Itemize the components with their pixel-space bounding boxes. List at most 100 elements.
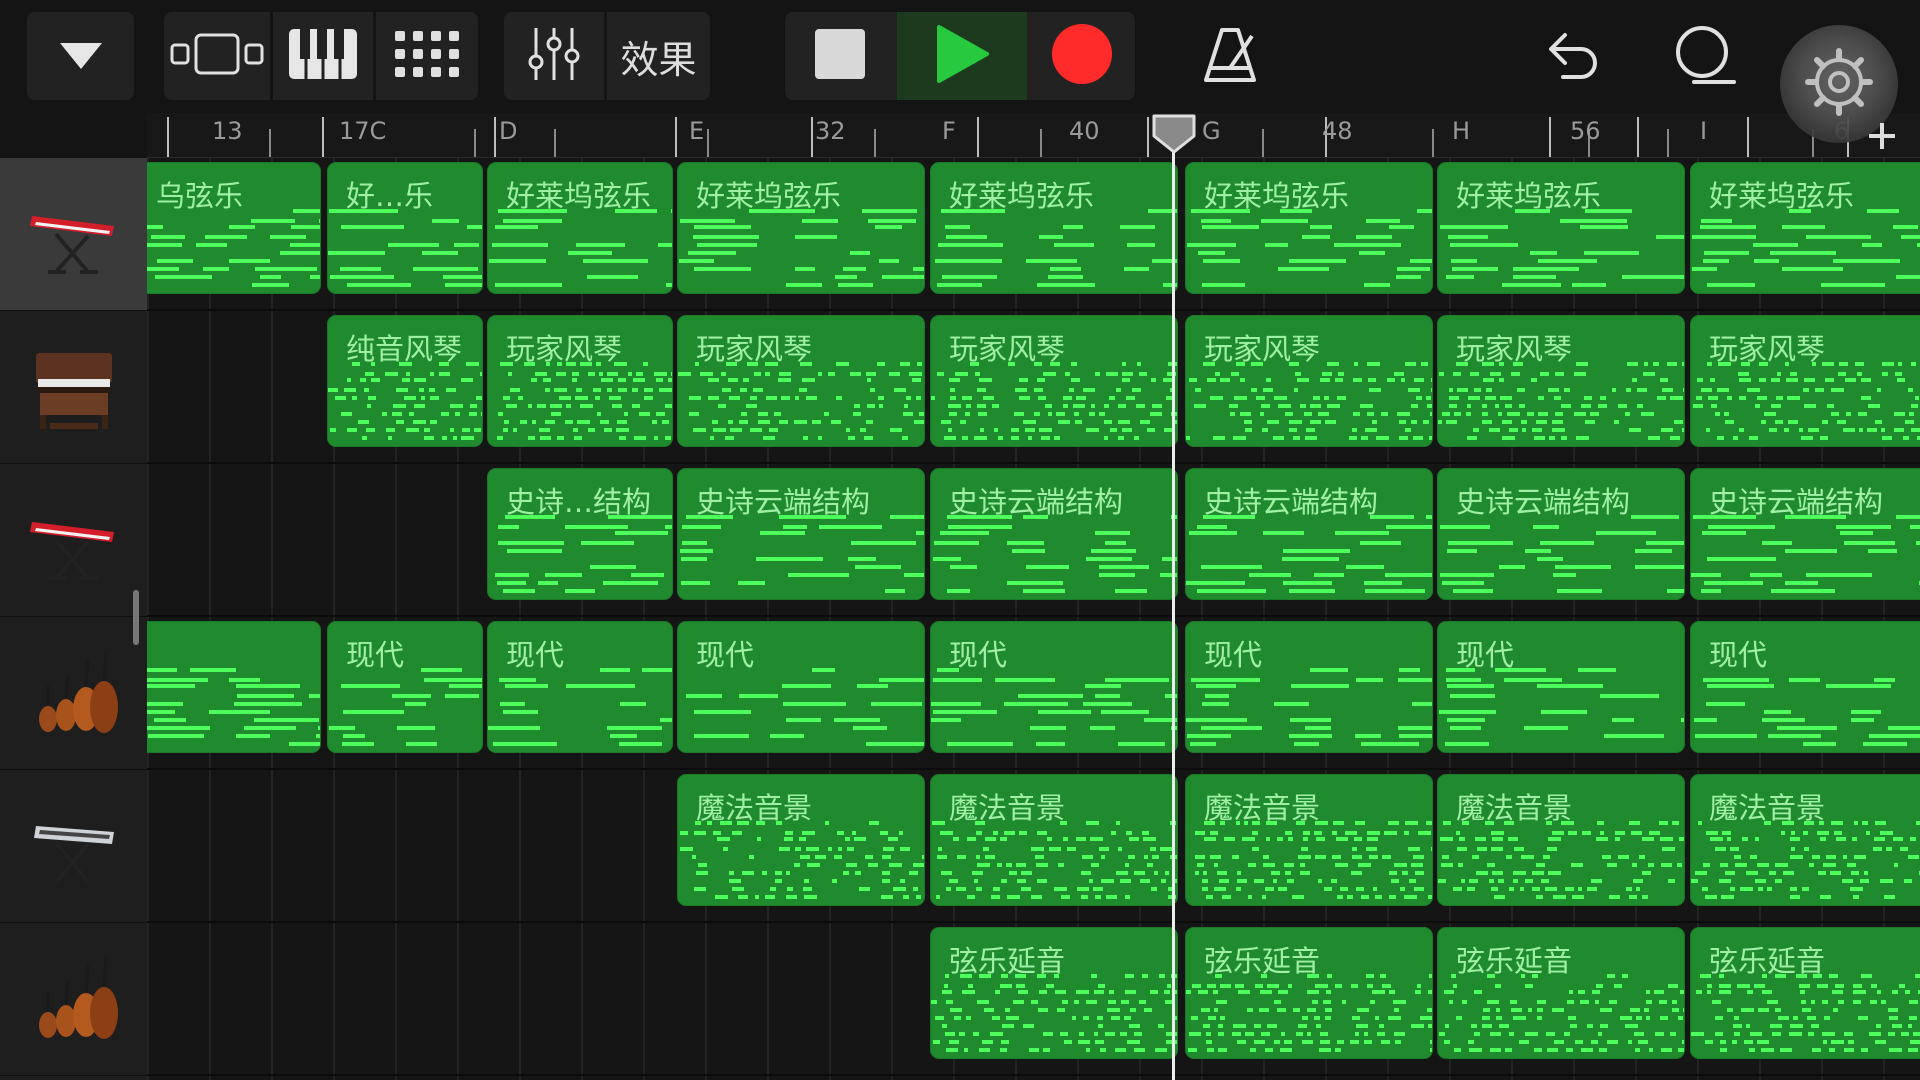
midi-region[interactable]: 玩家风琴 bbox=[677, 315, 925, 447]
midi-region[interactable]: 弦乐延音 bbox=[1690, 927, 1920, 1059]
track-header[interactable] bbox=[0, 617, 147, 770]
ruler-label: G bbox=[1202, 117, 1221, 145]
midi-region[interactable]: 现代 bbox=[677, 621, 925, 753]
play-icon bbox=[935, 25, 989, 87]
midi-region[interactable]: 弦乐延音 bbox=[930, 927, 1178, 1059]
midi-region[interactable]: 魔法音景 bbox=[1185, 774, 1433, 906]
midi-region[interactable]: 史诗云端结构 bbox=[1690, 468, 1920, 600]
midi-region[interactable]: 魔法音景 bbox=[930, 774, 1178, 906]
keyboard-icon bbox=[288, 28, 358, 84]
playhead[interactable] bbox=[1172, 150, 1175, 1080]
ruler-tick bbox=[1040, 129, 1042, 157]
region-title: 玩家风琴 bbox=[1456, 332, 1573, 366]
midi-region[interactable]: 玩家风琴 bbox=[1185, 315, 1433, 447]
region-title: 玩家风琴 bbox=[949, 332, 1066, 366]
midi-region[interactable]: 现代 bbox=[487, 621, 673, 753]
track-header[interactable] bbox=[0, 770, 147, 923]
loop-browser-button[interactable] bbox=[1665, 22, 1745, 92]
synth-keyboard-red-icon bbox=[26, 492, 122, 588]
midi-region[interactable]: 史诗云端结构 bbox=[1437, 468, 1685, 600]
ruler-label: 48 bbox=[1322, 117, 1353, 145]
track-lane[interactable]: 纯音风琴 玩家风琴 玩家风琴 玩家风琴 玩家风琴 玩家风琴 玩家风琴 bbox=[147, 311, 1920, 464]
region-title: 魔法音景 bbox=[1456, 791, 1573, 825]
play-button[interactable] bbox=[897, 12, 1027, 100]
ruler-label: F bbox=[942, 117, 956, 145]
midi-region[interactable]: 纯音风琴 bbox=[327, 315, 483, 447]
midi-region[interactable]: 弦乐延音 bbox=[1185, 927, 1433, 1059]
strings-ensemble-icon bbox=[26, 645, 122, 741]
synth-keyboard-red-icon bbox=[26, 186, 122, 282]
midi-region[interactable]: 乌弦乐 bbox=[147, 162, 321, 294]
undo-button[interactable] bbox=[1535, 22, 1605, 92]
view-switcher bbox=[164, 12, 478, 100]
track-header[interactable] bbox=[0, 311, 147, 464]
track-lane[interactable]: 史诗…结构 史诗云端结构 史诗云端结构 史诗云端结构 史诗云端结构 史诗云端结构 bbox=[147, 464, 1920, 617]
metronome-icon bbox=[1202, 26, 1258, 88]
mixer-icon bbox=[526, 26, 582, 86]
record-icon bbox=[1051, 23, 1113, 89]
region-title: 现代 bbox=[346, 638, 405, 672]
playhead-handle-icon[interactable] bbox=[1151, 114, 1197, 154]
midi-region[interactable]: 好莱坞弦乐 bbox=[1185, 162, 1433, 294]
midi-region[interactable]: 现代 bbox=[930, 621, 1178, 753]
region-title: 好…乐 bbox=[346, 179, 434, 213]
midi-region[interactable]: 史诗云端结构 bbox=[930, 468, 1178, 600]
ruler-tick bbox=[1747, 117, 1749, 157]
track-header[interactable] bbox=[0, 923, 147, 1076]
midi-region[interactable]: 史诗云端结构 bbox=[677, 468, 925, 600]
tracks-view-button[interactable] bbox=[164, 12, 270, 100]
track-lane[interactable]: 现代 现代 现代 现代 现代 现代 现代 bbox=[147, 617, 1920, 770]
region-title: 好莱坞弦乐 bbox=[1456, 179, 1602, 213]
region-title: 史诗云端结构 bbox=[1204, 485, 1379, 519]
midi-region[interactable]: 好莱坞弦乐 bbox=[487, 162, 673, 294]
effects-button[interactable]: 效果 bbox=[607, 12, 710, 100]
ruler-tick bbox=[1432, 129, 1434, 157]
arrangement-area[interactable]: 乌弦乐 好…乐 好莱坞弦乐 好莱坞弦乐 好莱坞弦乐 好莱坞弦乐 好莱坞弦乐 好莱坞弦乐 纯音风琴… bbox=[147, 158, 1920, 1080]
track-lane[interactable]: 弦乐延音 弦乐延音 弦乐延音 弦乐延音 bbox=[147, 923, 1920, 1076]
midi-region[interactable]: 魔法音景 bbox=[1690, 774, 1920, 906]
region-title: 好莱坞弦乐 bbox=[949, 179, 1095, 213]
tracks-view-icon bbox=[170, 32, 264, 80]
ruler-tick bbox=[1667, 129, 1669, 157]
midi-region[interactable]: 弦乐延音 bbox=[1437, 927, 1685, 1059]
menu-button[interactable] bbox=[27, 12, 134, 100]
stop-button[interactable] bbox=[785, 12, 895, 100]
midi-region[interactable]: 玩家风琴 bbox=[1690, 315, 1920, 447]
midi-region[interactable]: 玩家风琴 bbox=[1437, 315, 1685, 447]
record-button[interactable] bbox=[1029, 12, 1135, 100]
midi-region[interactable]: 史诗…结构 bbox=[487, 468, 673, 600]
midi-region[interactable]: 好莱坞弦乐 bbox=[930, 162, 1178, 294]
ruler-tick bbox=[322, 117, 324, 157]
mixer-button[interactable] bbox=[504, 12, 604, 100]
midi-region[interactable]: 玩家风琴 bbox=[930, 315, 1178, 447]
midi-region[interactable]: 魔法音景 bbox=[677, 774, 925, 906]
midi-region[interactable]: 现代 bbox=[327, 621, 483, 753]
keyboard-button[interactable] bbox=[273, 12, 373, 100]
midi-region[interactable]: 魔法音景 bbox=[1437, 774, 1685, 906]
region-title: 乌弦乐 bbox=[156, 179, 244, 213]
add-section-button[interactable] bbox=[1862, 118, 1902, 158]
track-header[interactable] bbox=[0, 158, 147, 311]
midi-region[interactable]: 玩家风琴 bbox=[487, 315, 673, 447]
midi-region[interactable]: 现代 bbox=[1690, 621, 1920, 753]
midi-region[interactable]: 现代 bbox=[1185, 621, 1433, 753]
midi-region[interactable]: 好…乐 bbox=[327, 162, 483, 294]
metronome-button[interactable] bbox=[1195, 22, 1265, 92]
region-title: 史诗云端结构 bbox=[949, 485, 1124, 519]
timeline-ruler[interactable]: 1317CDE32F40G48H56I6 bbox=[147, 113, 1920, 158]
track-lane[interactable]: 魔法音景 魔法音景 魔法音景 魔法音景 魔法音景 bbox=[147, 770, 1920, 923]
track-header[interactable] bbox=[0, 464, 147, 617]
region-title: 弦乐延音 bbox=[949, 944, 1066, 978]
grid-button[interactable] bbox=[376, 12, 478, 100]
scroll-indicator[interactable] bbox=[133, 590, 139, 645]
region-title: 玩家风琴 bbox=[506, 332, 623, 366]
midi-region[interactable] bbox=[147, 621, 321, 753]
track-lane[interactable]: 乌弦乐 好…乐 好莱坞弦乐 好莱坞弦乐 好莱坞弦乐 好莱坞弦乐 好莱坞弦乐 好莱坞弦乐 bbox=[147, 158, 1920, 311]
midi-region[interactable]: 好莱坞弦乐 bbox=[677, 162, 925, 294]
midi-region[interactable]: 好莱坞弦乐 bbox=[1437, 162, 1685, 294]
midi-region[interactable]: 史诗云端结构 bbox=[1185, 468, 1433, 600]
ruler-tick bbox=[474, 129, 476, 157]
midi-region[interactable]: 好莱坞弦乐 bbox=[1690, 162, 1920, 294]
midi-region[interactable]: 现代 bbox=[1437, 621, 1685, 753]
region-title: 弦乐延音 bbox=[1456, 944, 1573, 978]
